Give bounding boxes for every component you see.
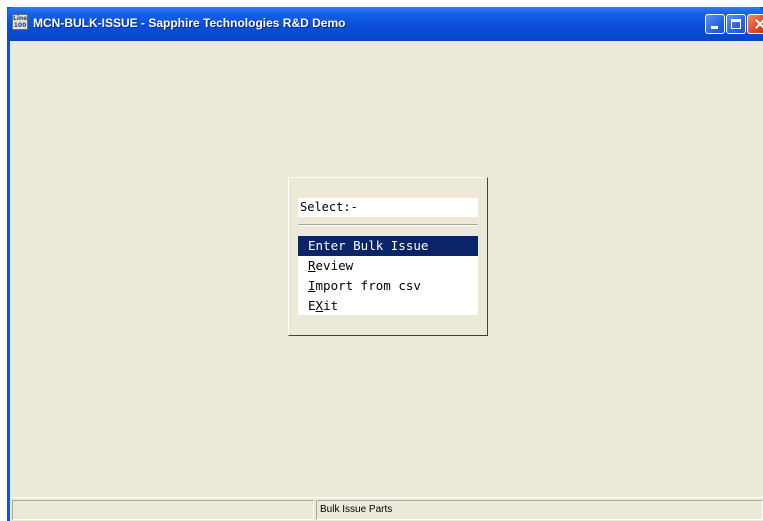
status-bar: Bulk Issue Parts: [10, 497, 763, 521]
menu-list: Enter Bulk Issue Review Import from csv …: [298, 236, 478, 315]
app-window: Line 100 MCN-BULK-ISSUE - Sapphire Techn…: [7, 7, 763, 521]
menu-item-import-from-csv[interactable]: Import from csv: [298, 276, 478, 296]
select-prompt: Select:-: [298, 198, 478, 217]
app-icon[interactable]: Line 100: [12, 14, 28, 30]
menu-item-enter-bulk-issue[interactable]: Enter Bulk Issue: [298, 236, 478, 256]
close-button[interactable]: [747, 14, 763, 34]
separator: [298, 224, 478, 226]
select-dialog: Select:- Enter Bulk Issue Review Import …: [288, 177, 488, 336]
menu-item-exit[interactable]: EXit: [298, 296, 478, 316]
window-title: MCN-BULK-ISSUE - Sapphire Technologies R…: [33, 16, 346, 30]
maximize-button[interactable]: [726, 14, 746, 34]
menu-item-review[interactable]: Review: [298, 256, 478, 276]
title-bar[interactable]: Line 100 MCN-BULK-ISSUE - Sapphire Techn…: [7, 7, 763, 41]
status-pane-left: [12, 500, 314, 520]
client-area: Select:- Enter Bulk Issue Review Import …: [10, 41, 763, 521]
minimize-button[interactable]: [705, 14, 725, 34]
status-pane-message: Bulk Issue Parts: [316, 500, 763, 520]
